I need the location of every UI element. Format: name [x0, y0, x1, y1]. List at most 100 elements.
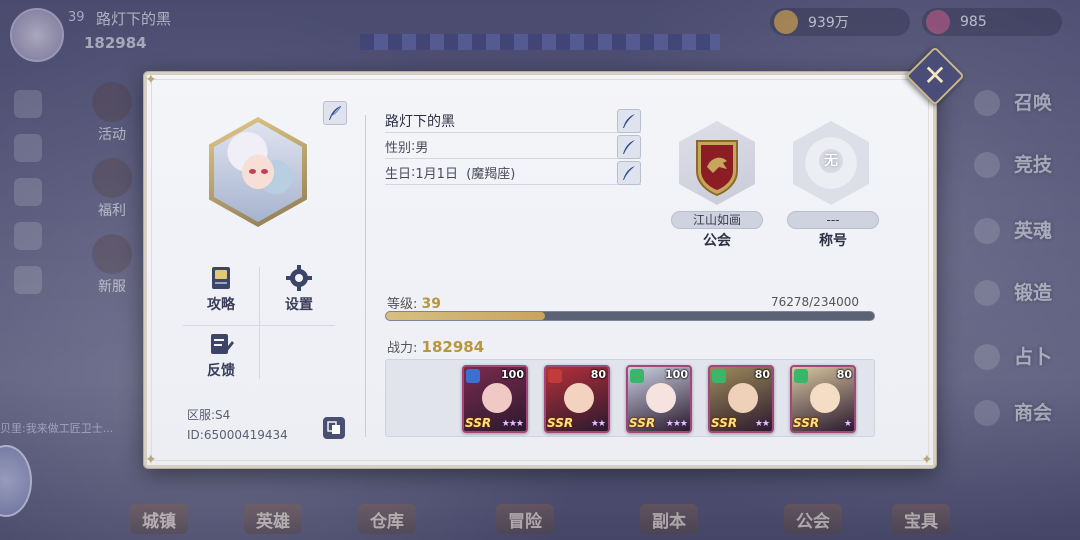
gear-icon	[286, 265, 312, 291]
birthday-value: 1月1日	[415, 167, 458, 182]
nav-town[interactable]: 城镇	[130, 504, 188, 534]
welfare-icon	[92, 158, 132, 198]
title-emblem[interactable]: 无	[793, 121, 869, 205]
right-menu: 召唤 竞技 英魂 锻造 占卜 商会	[940, 80, 1080, 460]
edit-avatar-button[interactable]	[323, 101, 347, 125]
gem-resource[interactable]: 985	[922, 8, 1062, 36]
hero-portrait	[646, 383, 676, 413]
new-server-label: 新服	[98, 279, 126, 295]
hero-rarity: SSR	[629, 416, 656, 430]
close-icon[interactable]: ✕	[914, 55, 956, 97]
gold-resource[interactable]: 939万	[770, 8, 910, 36]
hero-stars: ★★★	[501, 419, 524, 429]
quill-icon	[623, 166, 635, 180]
player-level: 39	[68, 10, 85, 25]
hero-level: 100	[501, 368, 524, 381]
hero-stars: ★★★	[665, 419, 688, 429]
hero-stars: ★★	[754, 419, 770, 429]
corner-ornament: ✦	[145, 72, 157, 88]
hero-stars: ★★	[590, 419, 606, 429]
hero-card[interactable]: 80 SSR ★	[790, 365, 856, 433]
new-server-icon	[92, 234, 132, 274]
summon-button[interactable]: 召唤	[973, 88, 1052, 116]
hero-card[interactable]: 100 SSR ★★★	[626, 365, 692, 433]
guild-emblem[interactable]	[679, 121, 755, 205]
guild-name-pill: 江山如画	[671, 211, 763, 229]
label-space	[458, 165, 466, 180]
bottom-nav: 城镇 英雄 仓库 冒险 副本 公会 宝具	[0, 498, 1080, 540]
quill-icon	[329, 105, 342, 120]
hero-card[interactable]: 100 SSR ★★★	[462, 365, 528, 433]
chat-text: 贝里:我来做工匠卫士...	[0, 422, 114, 435]
power-label: 战力:	[387, 341, 418, 356]
avatar-face	[242, 155, 274, 189]
zodiac-value: (魔羯座)	[466, 167, 516, 182]
rank-icon[interactable]	[14, 222, 42, 250]
hero-card[interactable]: 80 SSR ★★	[544, 365, 610, 433]
exp-bar	[385, 311, 875, 321]
title-value-pill: ---	[787, 211, 879, 229]
title-emblem-text: 无	[819, 149, 843, 173]
gold-amount: 939万	[808, 15, 849, 31]
arena-button[interactable]: 竞技	[973, 150, 1052, 178]
player-avatar[interactable]	[10, 8, 64, 62]
welfare-button[interactable]: 福利	[82, 158, 142, 220]
nav-heroes[interactable]: 英雄	[244, 504, 302, 534]
birthday-row: 生日 : 1月1日 (魔羯座)	[385, 161, 641, 185]
nav-treasure[interactable]: 宝具	[892, 504, 950, 534]
power-value: 182984	[421, 338, 485, 356]
top-ribbon	[360, 34, 720, 50]
avatar-eye	[261, 169, 268, 174]
function-grid: 攻略 设置 反馈	[183, 263, 335, 387]
new-server-button[interactable]: 新服	[82, 234, 142, 296]
player-power: 182984	[84, 34, 147, 52]
trophy-icon[interactable]	[14, 178, 42, 206]
gender-value: 男	[415, 141, 429, 156]
chamber-button[interactable]: 商会	[973, 398, 1052, 426]
settings-label: 设置	[285, 297, 313, 313]
avatar-eye	[249, 169, 256, 174]
hero-soul-button[interactable]: 英魂	[973, 216, 1052, 244]
corner-ornament: ✦	[145, 452, 157, 468]
level-row: 等级: 39	[387, 293, 441, 312]
feedback-button[interactable]: 反馈	[189, 331, 253, 380]
quill-icon	[623, 140, 635, 154]
divination-button[interactable]: 占卜	[973, 342, 1052, 370]
team-lineup: 100 SSR ★★★ 80 SSR ★★ 100 SSR ★★★ 80 SSR ★★ 80 SSR ★	[385, 359, 875, 437]
hero-card[interactable]: 80 SSR ★★	[708, 365, 774, 433]
activity-button[interactable]: 活动	[82, 82, 142, 144]
profile-avatar[interactable]	[209, 117, 307, 227]
copy-id-button[interactable]	[323, 417, 345, 439]
edit-name-button[interactable]	[617, 109, 641, 133]
settings-button[interactable]: 设置	[267, 265, 331, 314]
friends-icon[interactable]	[14, 90, 42, 118]
edit-birthday-button[interactable]	[617, 161, 641, 185]
wind-element-icon	[794, 369, 808, 383]
nav-adventure[interactable]: 冒险	[496, 504, 554, 534]
gold-coin-icon	[774, 10, 798, 34]
birthday-label: 生日	[385, 167, 412, 182]
activity-icon	[92, 82, 132, 122]
wind-element-icon	[712, 369, 726, 383]
hero-rarity: SSR	[547, 416, 574, 430]
server-label: 区服:S4	[187, 408, 231, 422]
mail-icon[interactable]	[14, 134, 42, 162]
hero-level: 80	[754, 368, 770, 381]
power-row: 战力: 182984	[387, 337, 484, 356]
hero-level: 80	[836, 368, 852, 381]
gem-amount: 985	[960, 14, 987, 30]
forge-button[interactable]: 锻造	[973, 278, 1052, 306]
tools-icon[interactable]	[14, 266, 42, 294]
book-icon	[212, 267, 230, 289]
grid-divider	[183, 325, 335, 326]
title-label: 称号	[819, 233, 847, 249]
nav-warehouse[interactable]: 仓库	[358, 504, 416, 534]
guide-button[interactable]: 攻略	[189, 265, 253, 314]
hero-rarity: SSR	[711, 416, 738, 430]
gem-icon	[926, 10, 950, 34]
nav-guild[interactable]: 公会	[784, 504, 842, 534]
edit-gender-button[interactable]	[617, 135, 641, 159]
hero-stars: ★	[843, 419, 852, 429]
nav-dungeon[interactable]: 副本	[640, 504, 698, 534]
wind-element-icon	[630, 369, 644, 383]
